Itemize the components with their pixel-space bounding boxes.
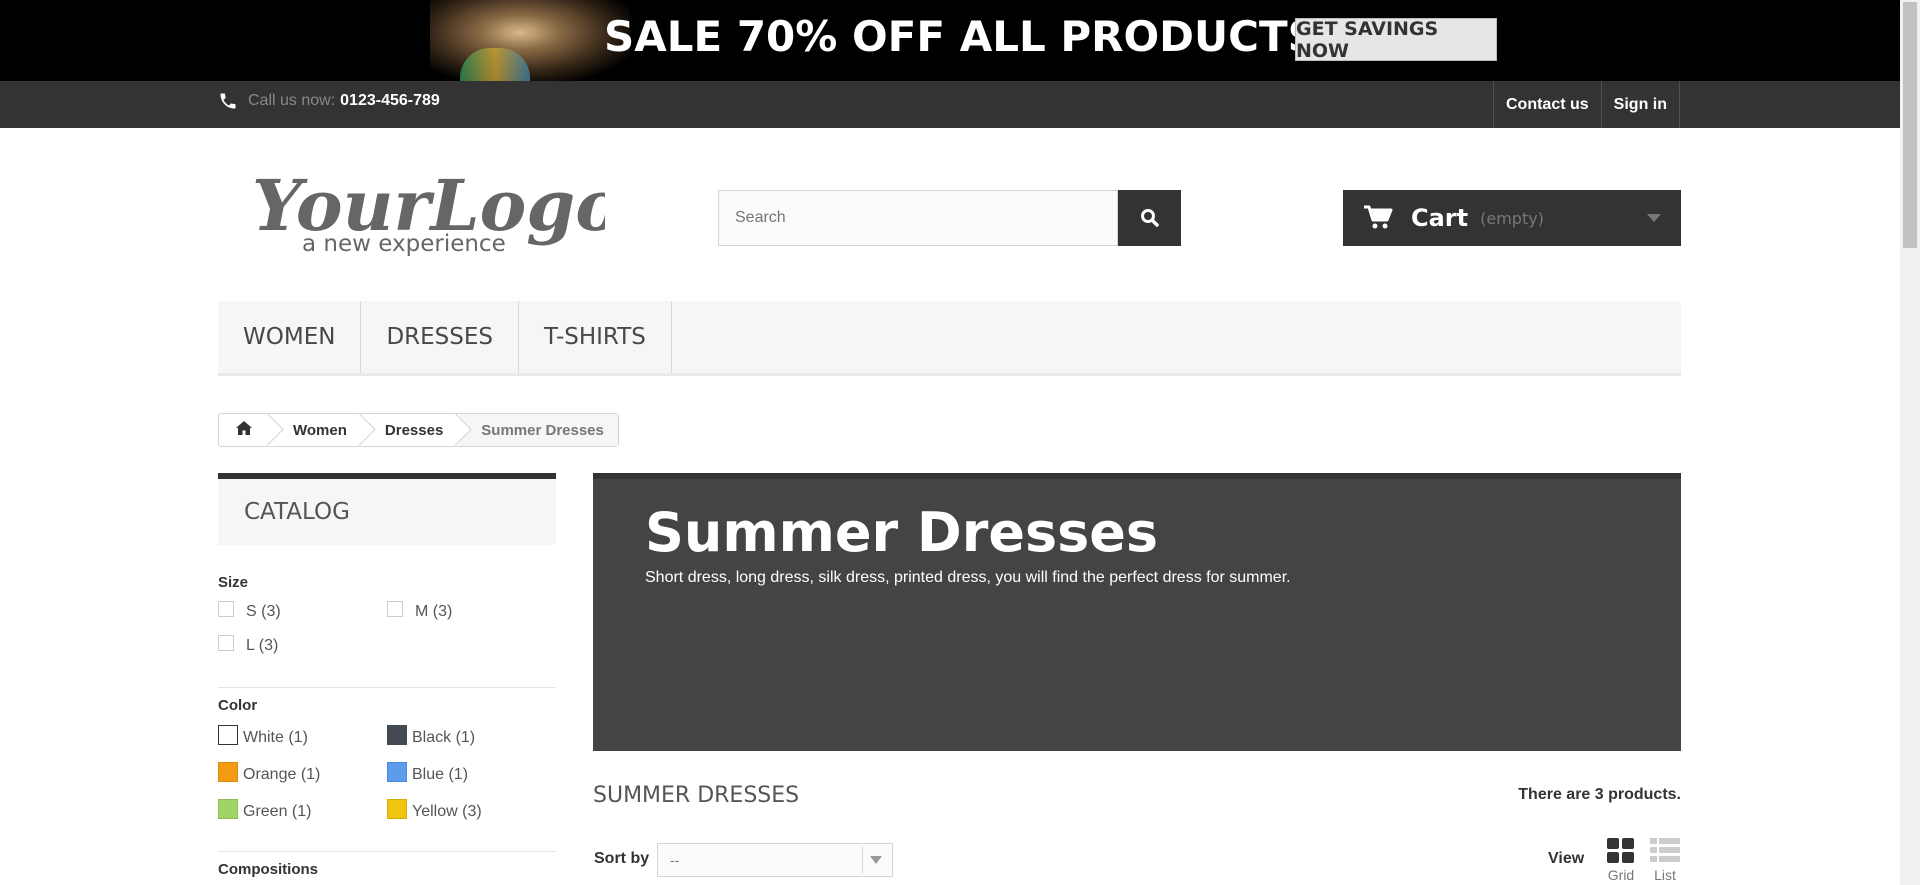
compositions-filter-title: Compositions: [218, 861, 318, 878]
breadcrumb-women[interactable]: Women: [271, 414, 363, 446]
sort-select[interactable]: --: [657, 843, 893, 877]
phone-number: 0123-456-789: [340, 92, 440, 109]
phone-icon: [220, 93, 236, 109]
filter-divider: [218, 851, 556, 852]
cart-status: (empty): [1480, 208, 1544, 228]
search-form: [718, 190, 1181, 246]
white-swatch[interactable]: [218, 725, 238, 745]
promo-model-image: [430, 0, 630, 81]
main-menu: WOMEN DRESSES T-SHIRTS: [218, 301, 1681, 376]
filter-divider: [218, 687, 556, 688]
breadcrumb-dresses[interactable]: Dresses: [363, 414, 459, 446]
scrollbar-thumb[interactable]: [1903, 2, 1917, 248]
category-heading: SUMMER DRESSES: [593, 783, 800, 808]
home-icon: [236, 421, 252, 435]
cart-label: Cart: [1411, 204, 1469, 232]
color-option-blue[interactable]: Blue (1): [387, 762, 468, 785]
size-option-s[interactable]: S (3): [218, 601, 281, 621]
color-option-white[interactable]: White (1): [218, 725, 308, 748]
catalog-heading: CATALOG: [218, 473, 556, 545]
page-scrollbar[interactable]: [1900, 0, 1920, 885]
size-l-checkbox[interactable]: [218, 635, 234, 651]
color-option-green[interactable]: Green (1): [218, 799, 311, 822]
promo-headline: SALE 70% OFF ALL PRODUCTS: [604, 12, 1318, 61]
menu-item-dresses[interactable]: DRESSES: [361, 301, 519, 373]
sort-select-value: --: [670, 852, 680, 868]
phone-info: Call us now: 0123-456-789: [218, 91, 440, 111]
green-swatch[interactable]: [218, 799, 238, 819]
size-m-checkbox[interactable]: [387, 601, 403, 617]
get-savings-button[interactable]: GET SAVINGS NOW: [1295, 18, 1497, 62]
menu-item-tshirts[interactable]: T-SHIRTS: [519, 301, 672, 373]
size-filter-title: Size: [218, 574, 249, 591]
blue-swatch[interactable]: [387, 762, 407, 782]
view-label: View: [1548, 850, 1585, 867]
header-links: Contact us Sign in: [1493, 81, 1680, 128]
menu-item-women[interactable]: WOMEN: [218, 301, 362, 373]
grid-view-button[interactable]: Grid: [1604, 838, 1638, 883]
color-filter-title: Color: [218, 697, 258, 714]
breadcrumb: Women Dresses Summer Dresses: [218, 413, 619, 447]
contact-us-link[interactable]: Contact us: [1493, 81, 1601, 128]
search-input[interactable]: [718, 190, 1118, 246]
sign-in-link[interactable]: Sign in: [1600, 81, 1680, 128]
list-view-button[interactable]: List: [1648, 838, 1682, 883]
category-description: Short dress, long dress, silk dress, pri…: [645, 569, 1291, 586]
product-count: There are 3 products.: [1518, 786, 1681, 803]
size-option-m[interactable]: M (3): [387, 601, 452, 621]
category-title: Summer Dresses: [645, 501, 1159, 564]
grid-icon: [1607, 838, 1634, 863]
breadcrumb-current: Summer Dresses: [459, 414, 618, 446]
cart-icon: [1364, 205, 1393, 229]
search-button[interactable]: [1118, 190, 1181, 246]
breadcrumb-home[interactable]: [219, 414, 271, 446]
size-s-checkbox[interactable]: [218, 601, 234, 617]
cart-button[interactable]: Cart (empty): [1343, 190, 1681, 246]
list-icon: [1650, 838, 1680, 862]
chevron-down-icon: [862, 847, 889, 873]
logo-tagline: a new experience: [302, 231, 506, 257]
site-logo[interactable]: YourLogo a new experience: [250, 158, 605, 258]
chevron-down-icon: [1647, 214, 1661, 222]
sort-by-label: Sort by: [594, 850, 650, 867]
call-us-label: Call us now:: [248, 92, 336, 109]
top-nav-bar: Call us now: 0123-456-789 Contact us Sig…: [0, 81, 1900, 128]
color-option-yellow[interactable]: Yellow (3): [387, 799, 482, 822]
black-swatch[interactable]: [387, 725, 407, 745]
search-icon: [1140, 209, 1159, 227]
color-option-black[interactable]: Black (1): [387, 725, 475, 748]
yellow-swatch[interactable]: [387, 799, 407, 819]
orange-swatch[interactable]: [218, 762, 238, 782]
promo-banner[interactable]: SALE 70% OFF ALL PRODUCTS GET SAVINGS NO…: [0, 0, 1900, 81]
size-option-l[interactable]: L (3): [218, 635, 278, 655]
color-option-orange[interactable]: Orange (1): [218, 762, 320, 785]
category-banner: Summer Dresses Short dress, long dress, …: [593, 473, 1681, 751]
